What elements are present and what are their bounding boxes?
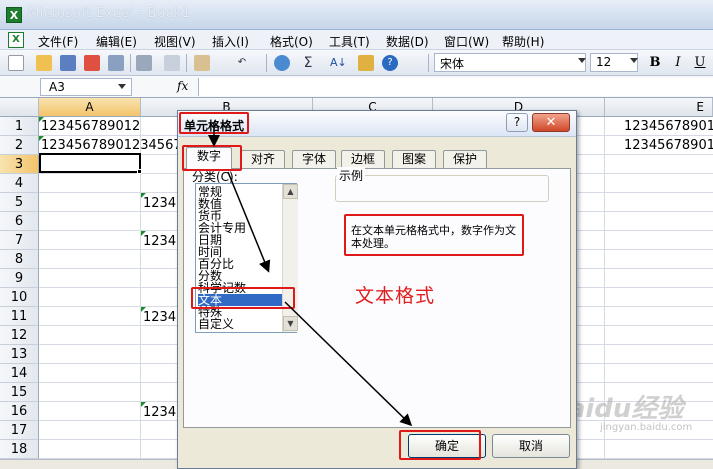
tab-number[interactable]: 数字 — [186, 147, 232, 169]
annotation-arrows — [208, 124, 413, 427]
arrow-to-ok — [284, 301, 413, 427]
arrow-to-category — [227, 171, 271, 273]
